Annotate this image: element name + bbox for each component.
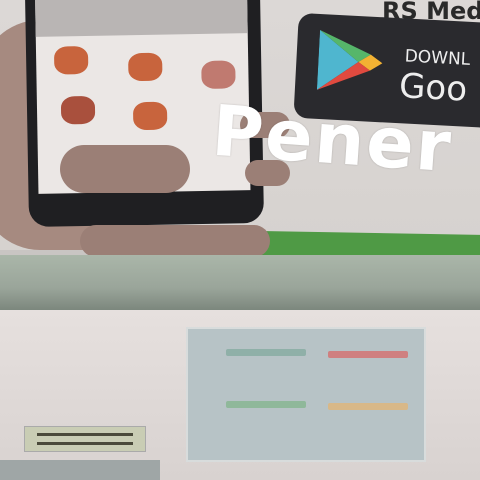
app-icon	[53, 45, 89, 75]
app-header	[34, 0, 248, 37]
app-icon	[60, 95, 96, 125]
caption-text: Pener	[209, 89, 456, 189]
google-play-icon	[316, 29, 383, 90]
app-icon	[201, 60, 236, 89]
finger	[80, 225, 270, 257]
board-text-line	[328, 403, 408, 410]
board-text-line	[328, 351, 408, 358]
board-text-line	[226, 349, 306, 356]
bottom-object	[0, 460, 160, 480]
board-text-line	[226, 401, 306, 408]
app-icon	[132, 101, 168, 131]
app-icon	[128, 52, 163, 82]
small-sign	[24, 426, 146, 452]
sign-text-line	[37, 433, 133, 436]
notice-board	[186, 327, 426, 462]
sign-text-line	[37, 442, 133, 445]
shelf	[0, 255, 480, 310]
thumb	[60, 145, 190, 193]
